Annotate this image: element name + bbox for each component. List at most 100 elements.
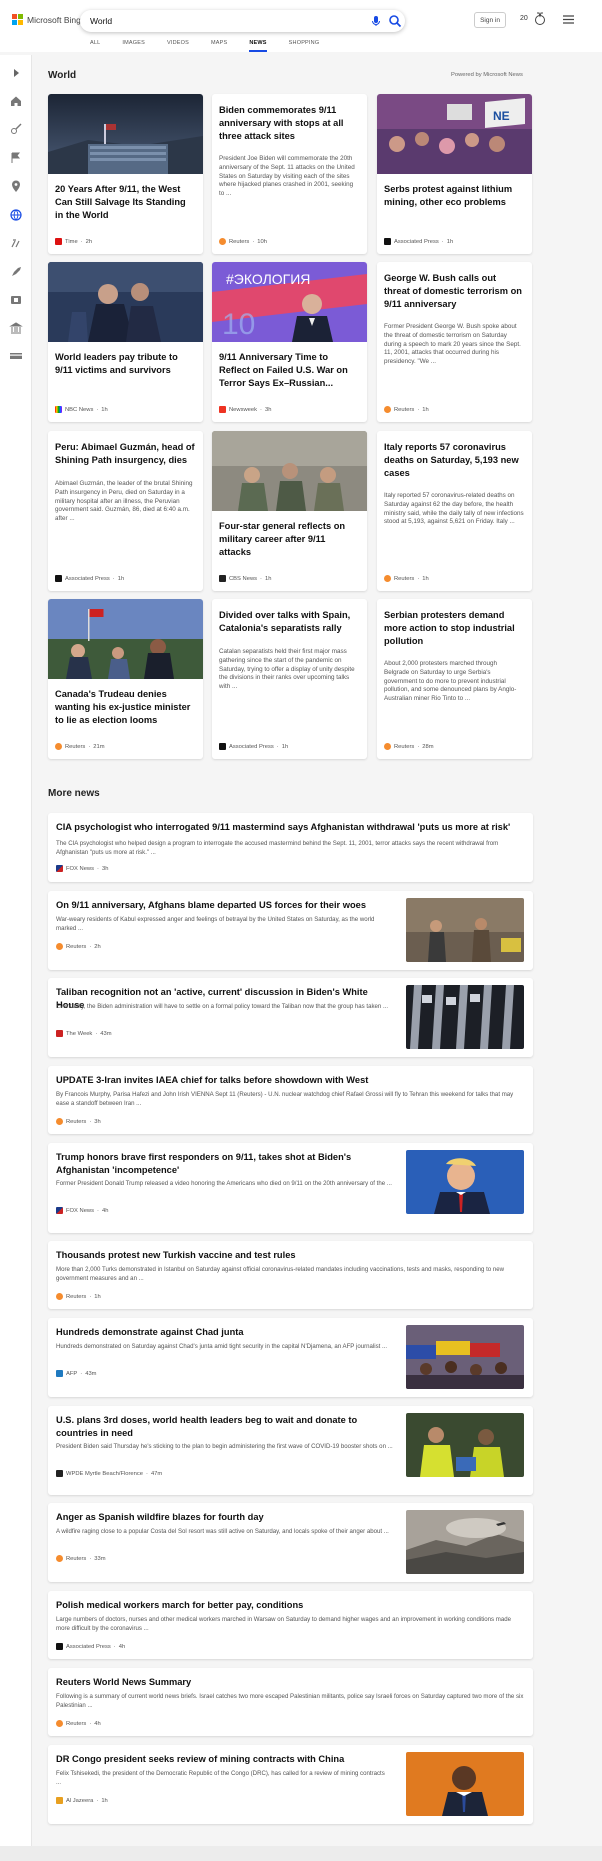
- associated-press-logo-icon: [219, 743, 226, 750]
- news-summary: More than 2,000 Turks demonstrated in Is…: [56, 1266, 505, 1282]
- home-icon[interactable]: [9, 94, 23, 108]
- news-title[interactable]: U.S. plans 3rd doses, world health leade…: [56, 1414, 396, 1439]
- svg-text:#ЭКОЛОГИЯ: #ЭКОЛОГИЯ: [226, 271, 310, 287]
- section-title-more-news: More news: [48, 788, 100, 799]
- top-bar: Microsoft Bing Sign in 20 ALL IMAGES VID…: [0, 0, 602, 52]
- tab-videos[interactable]: VIDEOS: [167, 40, 189, 52]
- reuters-logo-icon: [384, 743, 391, 750]
- rewards-points[interactable]: 20: [520, 15, 528, 22]
- news-card[interactable]: #ЭКОЛОГИЯ 10 9/11 Anniversary Time to Ref…: [212, 262, 367, 422]
- news-title[interactable]: DR Congo president seeks review of minin…: [56, 1753, 396, 1766]
- news-title[interactable]: Italy reports 57 coronavirus deaths on S…: [384, 441, 524, 479]
- news-title[interactable]: Biden commemorates 9/11 anniversary with…: [219, 104, 359, 142]
- reuters-logo-icon: [384, 406, 391, 413]
- news-title[interactable]: Divided over talks with Spain, Catalonia…: [219, 609, 359, 635]
- search-box[interactable]: [80, 10, 405, 32]
- news-title[interactable]: George W. Bush calls out threat of domes…: [384, 272, 524, 310]
- news-title[interactable]: On 9/11 anniversary, Afghans blame depar…: [56, 899, 396, 912]
- sports-icon[interactable]: [9, 122, 23, 136]
- news-list-item[interactable]: On 9/11 anniversary, Afghans blame depar…: [48, 891, 533, 970]
- news-source: Reuters · 1h: [384, 575, 429, 582]
- news-summary: Former President Donald Trump released a…: [56, 1180, 392, 1187]
- news-list-item[interactable]: Hundreds demonstrate against Chad junta …: [48, 1318, 533, 1397]
- news-image: [48, 599, 203, 679]
- news-title[interactable]: Canada's Trudeau denies wanting his ex-j…: [55, 688, 195, 726]
- news-card[interactable]: George W. Bush calls out threat of domes…: [377, 262, 532, 422]
- tab-all[interactable]: ALL: [90, 40, 100, 52]
- news-list-item[interactable]: CIA psychologist who interrogated 9/11 m…: [48, 813, 533, 882]
- svg-text:NE: NE: [493, 109, 510, 123]
- reuters-logo-icon: [384, 575, 391, 582]
- news-summary: Felix Tshisekedi, the president of the D…: [56, 1770, 385, 1786]
- news-title[interactable]: 9/11 Anniversary Time to Reflect on Fail…: [219, 351, 359, 389]
- news-list-item[interactable]: Polish medical workers march for better …: [48, 1591, 533, 1659]
- news-card[interactable]: Italy reports 57 coronavirus deaths on S…: [377, 431, 532, 591]
- news-title[interactable]: UPDATE 3-Iran invites IAEA chief for tal…: [56, 1074, 526, 1087]
- sign-in-button[interactable]: Sign in: [474, 12, 506, 28]
- globe-icon[interactable]: [9, 208, 23, 222]
- news-card[interactable]: World leaders pay tribute to 9/11 victim…: [48, 262, 203, 422]
- microphone-icon[interactable]: [370, 15, 382, 27]
- news-list-item[interactable]: Anger as Spanish wildfire blazes for fou…: [48, 1503, 533, 1582]
- news-card[interactable]: Serbian protesters demand more action to…: [377, 599, 532, 759]
- news-list-item[interactable]: Reuters World News Summary Following is …: [48, 1668, 533, 1736]
- search-input[interactable]: [90, 14, 340, 28]
- news-title[interactable]: Peru: Abimael Guzmán, head of Shining Pa…: [55, 441, 195, 467]
- news-card[interactable]: Peru: Abimael Guzmán, head of Shining Pa…: [48, 431, 203, 591]
- rocket-icon[interactable]: [9, 265, 23, 279]
- news-card[interactable]: NE Serbs protest against lithium mining,…: [377, 94, 532, 254]
- reuters-logo-icon: [219, 238, 226, 245]
- news-card[interactable]: Four-star general reflects on military c…: [212, 431, 367, 591]
- news-thumbnail: [406, 985, 524, 1049]
- news-list-item[interactable]: Trump honors brave first responders on 9…: [48, 1143, 533, 1233]
- tab-news[interactable]: NEWS: [249, 40, 267, 52]
- page-footer: [0, 1846, 602, 1861]
- news-summary: About 2,000 protesters marched through B…: [384, 660, 517, 703]
- tab-shopping[interactable]: SHOPPING: [289, 40, 320, 52]
- news-title[interactable]: Four-star general reflects on military c…: [219, 520, 359, 558]
- news-thumbnail: [406, 898, 524, 962]
- news-title[interactable]: Reuters World News Summary: [56, 1676, 526, 1689]
- news-card[interactable]: Biden commemorates 9/11 anniversary with…: [212, 94, 367, 254]
- hamburger-menu-icon[interactable]: [563, 15, 574, 24]
- news-title[interactable]: Thousands protest new Turkish vaccine an…: [56, 1249, 526, 1262]
- news-title[interactable]: Trump honors brave first responders on 9…: [56, 1151, 396, 1176]
- news-source: NBC News · 1h: [55, 406, 108, 413]
- entertainment-icon[interactable]: [9, 293, 23, 307]
- news-list-item[interactable]: UPDATE 3-Iran invites IAEA chief for tal…: [48, 1066, 533, 1134]
- bing-logo[interactable]: Microsoft Bing: [12, 14, 81, 25]
- bank-icon[interactable]: [9, 321, 23, 335]
- news-source: Time · 2h: [55, 238, 92, 245]
- news-card[interactable]: 20 Years After 9/11, the West Can Still …: [48, 94, 203, 254]
- tab-images[interactable]: IMAGES: [122, 40, 145, 52]
- news-title[interactable]: Polish medical workers march for better …: [56, 1599, 526, 1612]
- news-title[interactable]: Serbian protesters demand more action to…: [384, 609, 524, 647]
- news-source: Reuters · 1h: [56, 1293, 101, 1300]
- news-title[interactable]: Serbs protest against lithium mining, ot…: [384, 183, 524, 209]
- news-card[interactable]: Canada's Trudeau denies wanting his ex-j…: [48, 599, 203, 759]
- news-title[interactable]: Anger as Spanish wildfire blazes for fou…: [56, 1511, 396, 1524]
- search-tabs: ALL IMAGES VIDEOS MAPS NEWS SHOPPING: [90, 40, 341, 52]
- fox-news-logo-icon: [56, 1207, 63, 1214]
- news-list-item[interactable]: U.S. plans 3rd doses, world health leade…: [48, 1406, 533, 1495]
- location-pin-icon[interactable]: [9, 179, 23, 193]
- reuters-logo-icon: [56, 1293, 63, 1300]
- flag-icon[interactable]: [9, 151, 23, 165]
- reuters-logo-icon: [56, 1720, 63, 1727]
- tab-maps[interactable]: MAPS: [211, 40, 227, 52]
- news-title[interactable]: CIA psychologist who interrogated 9/11 m…: [56, 821, 526, 834]
- news-thumbnail: [406, 1413, 524, 1477]
- science-icon[interactable]: [9, 236, 23, 250]
- news-list-item[interactable]: DR Congo president seeks review of minin…: [48, 1745, 533, 1824]
- rewards-medal-icon[interactable]: [534, 12, 546, 26]
- news-list-item[interactable]: Taliban recognition not an 'active, curr…: [48, 978, 533, 1057]
- chevron-right-icon[interactable]: [9, 66, 23, 80]
- news-source: Reuters · 3h: [56, 1118, 101, 1125]
- search-icon[interactable]: [388, 14, 402, 28]
- news-list-item[interactable]: Thousands protest new Turkish vaccine an…: [48, 1241, 533, 1309]
- news-title[interactable]: 20 Years After 9/11, the West Can Still …: [55, 183, 195, 221]
- news-card[interactable]: Divided over talks with Spain, Catalonia…: [212, 599, 367, 759]
- news-title[interactable]: World leaders pay tribute to 9/11 victim…: [55, 351, 195, 377]
- news-title[interactable]: Hundreds demonstrate against Chad junta: [56, 1326, 396, 1339]
- money-icon[interactable]: [9, 349, 23, 363]
